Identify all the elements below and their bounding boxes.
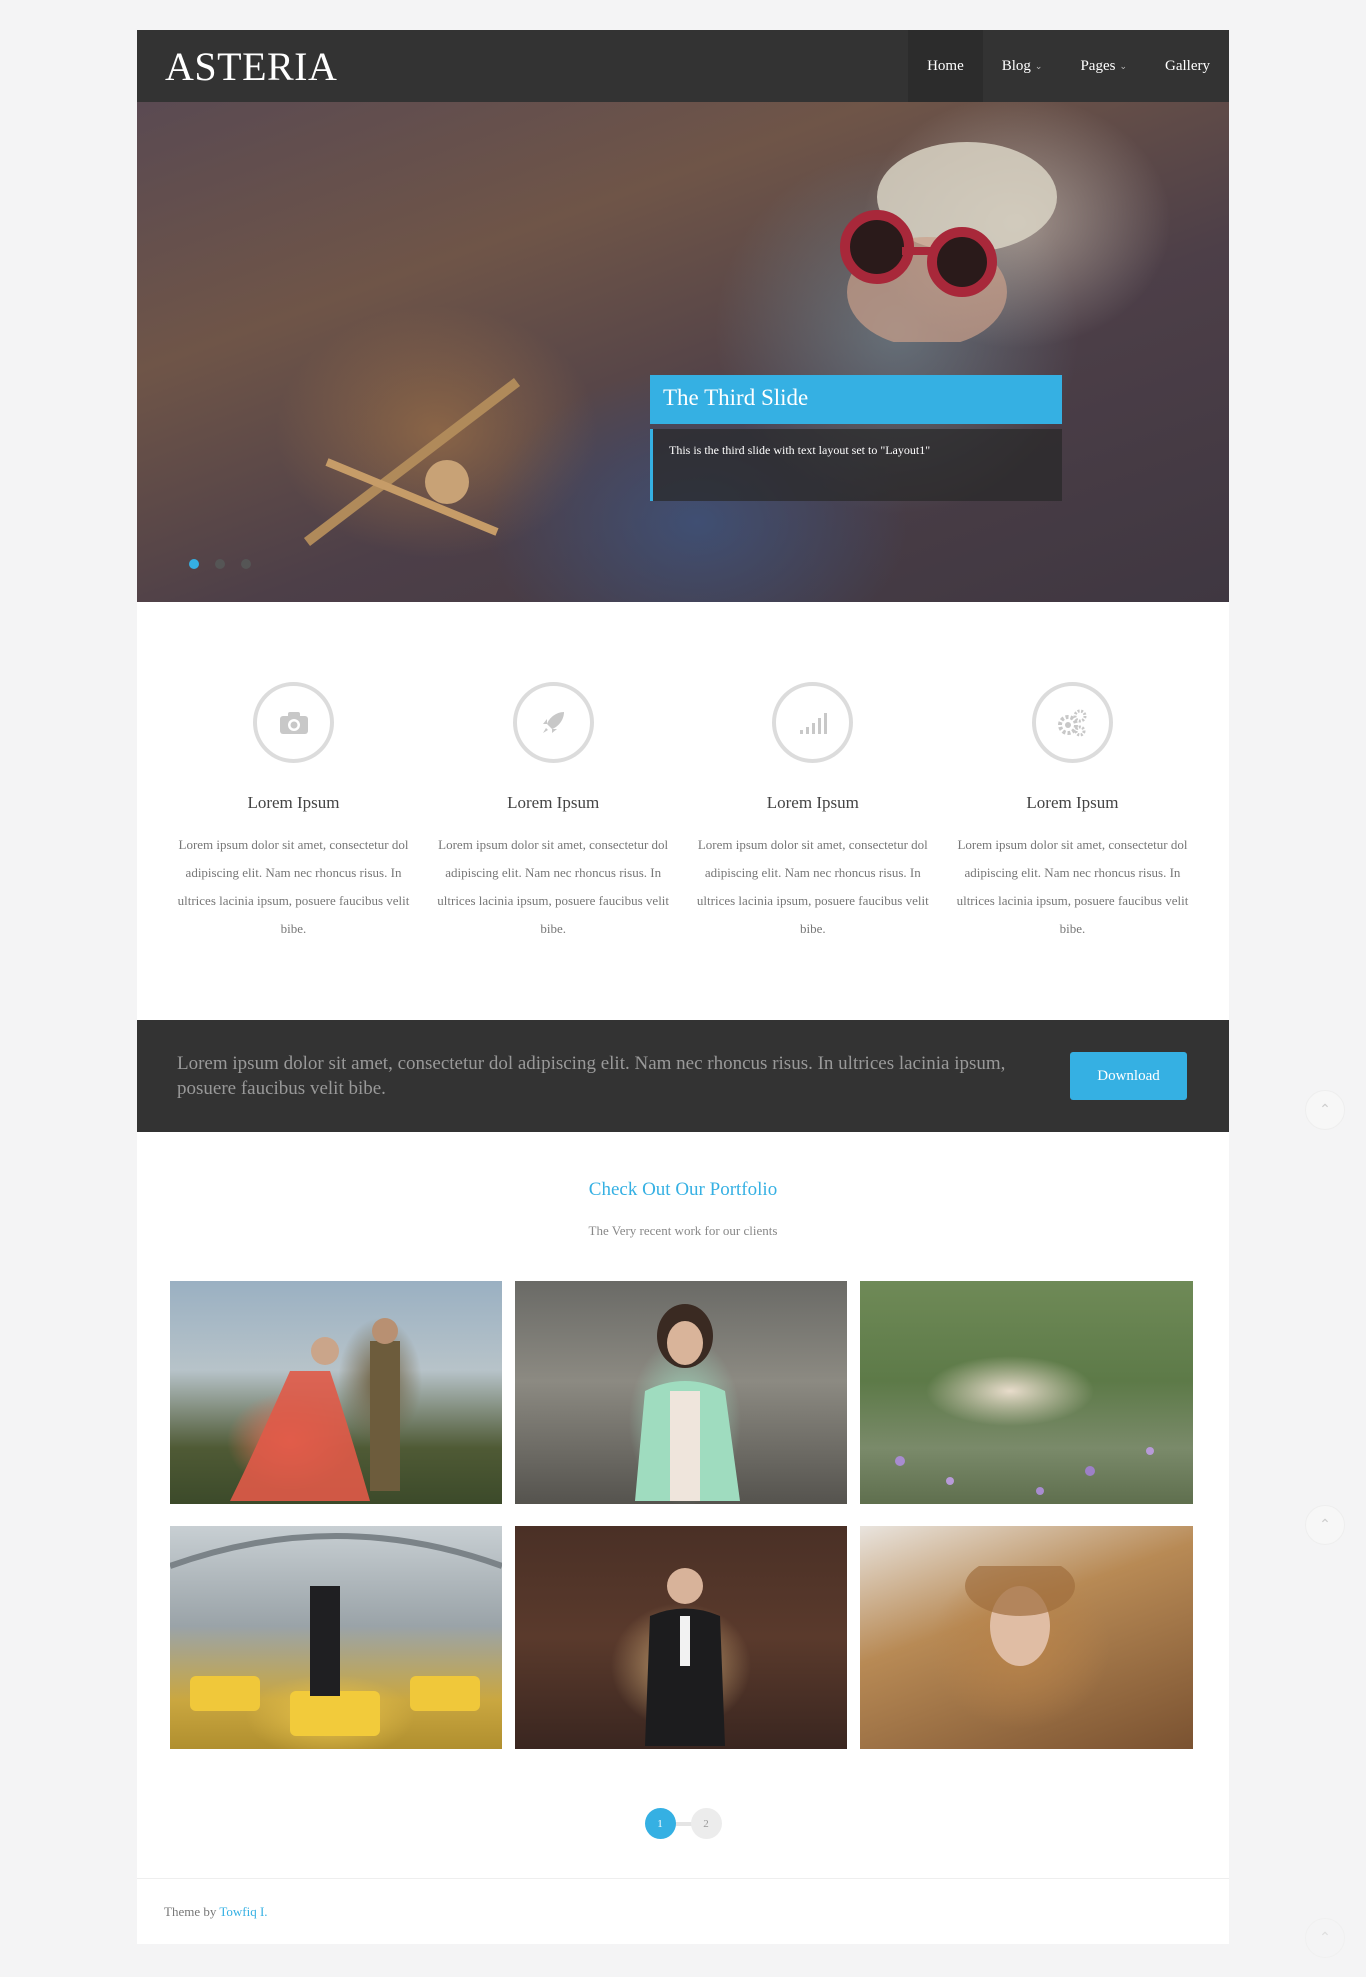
chevron-up-icon: ⌃ xyxy=(1319,1102,1331,1118)
footer-credit: Theme by Towfiq I. xyxy=(164,1904,268,1920)
feature-text: Lorem ipsum dolor sit amet, consectetur … xyxy=(437,837,670,936)
slide-image xyxy=(840,142,1057,342)
promo-text: Lorem ipsum dolor sit amet, consectetur … xyxy=(177,1053,1006,1099)
taxi-photo xyxy=(170,1533,502,1736)
footer-author-link[interactable]: Towfiq I. xyxy=(219,1904,267,1919)
feature-text: Lorem ipsum dolor sit amet, consectetur … xyxy=(696,837,929,936)
main-nav: Home Blog ⌄ Pages ⌄ Gallery xyxy=(908,30,1229,102)
nav-item-home[interactable]: Home xyxy=(908,30,983,102)
signal-icon xyxy=(772,682,854,763)
portfolio-grid xyxy=(170,1281,1194,1749)
chevron-up-icon: ⌃ xyxy=(1319,1930,1331,1946)
feature-title: Lorem Ipsum xyxy=(247,793,340,812)
slide-caption-text: This is the third slide with text layout… xyxy=(650,429,1062,501)
slider-dot-2[interactable] xyxy=(215,559,225,569)
chevron-down-icon: ⌄ xyxy=(1034,60,1043,71)
curly-hair-photo xyxy=(965,1566,1075,1666)
feature-title: Lorem Ipsum xyxy=(766,793,859,812)
man-photo xyxy=(645,1568,725,1746)
feature-text: Lorem ipsum dolor sit amet, consectetur … xyxy=(177,837,410,936)
flowers-photo xyxy=(895,1447,1154,1495)
nav-item-gallery[interactable]: Gallery xyxy=(1146,30,1229,102)
slider-dots xyxy=(189,559,251,569)
footer-divider xyxy=(137,1878,1229,1879)
portfolio-item-man-armchair[interactable] xyxy=(515,1526,847,1749)
scroll-top-button[interactable]: ⌃ xyxy=(1305,1505,1345,1545)
toy-plane-image xyxy=(303,378,521,546)
scroll-top-button[interactable]: ⌃ xyxy=(1305,1918,1345,1958)
portfolio-item-woman-flowers[interactable] xyxy=(860,1281,1193,1504)
chevron-up-icon: ⌃ xyxy=(1319,1517,1331,1533)
feature-item: Lorem Ipsum Lorem ipsum dolor sit amet, … xyxy=(690,682,935,1020)
nav-item-label: Blog xyxy=(1001,57,1031,74)
portfolio-title: Check Out Our Portfolio xyxy=(588,1179,778,1200)
page-button-1[interactable]: 1 xyxy=(644,1808,676,1839)
feature-title: Lorem Ipsum xyxy=(507,793,600,812)
gears-icon xyxy=(1031,682,1113,763)
site-logo[interactable]: ASTERIA xyxy=(137,43,337,90)
page-container: ASTERIA Home Blog ⌄ Pages ⌄ Gallery The … xyxy=(137,30,1229,1944)
scroll-top-button[interactable]: ⌃ xyxy=(1305,1090,1345,1130)
slider-dot-1[interactable] xyxy=(189,559,199,569)
portfolio-section: Check Out Our Portfolio The Very recent … xyxy=(137,1132,1229,1840)
portfolio-item-woman-curly-hair[interactable] xyxy=(860,1526,1193,1749)
slide-caption-title: The Third Slide xyxy=(650,375,1062,424)
footer-prefix: Theme by xyxy=(164,1904,220,1919)
hero-slider[interactable]: The Third Slide This is the third slide … xyxy=(137,102,1229,602)
nav-item-pages[interactable]: Pages ⌄ xyxy=(1061,30,1146,102)
feature-text: Lorem ipsum dolor sit amet, consectetur … xyxy=(956,837,1189,936)
nav-item-blog[interactable]: Blog ⌄ xyxy=(983,30,1062,102)
feature-title: Lorem Ipsum xyxy=(1026,793,1119,812)
download-button[interactable]: Download xyxy=(1070,1052,1187,1100)
page-button-2[interactable]: 2 xyxy=(690,1808,722,1839)
couple-photo xyxy=(230,1318,400,1501)
portfolio-subtitle: The Very recent work for our clients xyxy=(588,1223,778,1238)
portfolio-item-woman-mint-jacket[interactable] xyxy=(515,1281,847,1504)
camera-icon xyxy=(253,682,334,763)
portfolio-item-taxi-bridge[interactable] xyxy=(170,1526,502,1749)
feature-item: Lorem Ipsum Lorem ipsum dolor sit amet, … xyxy=(171,682,416,1020)
chevron-down-icon: ⌄ xyxy=(1119,60,1128,71)
feature-item: Lorem Ipsum Lorem ipsum dolor sit amet, … xyxy=(431,682,676,1020)
portfolio-pagination: 1 2 xyxy=(137,1808,1229,1840)
header-bar: ASTERIA Home Blog ⌄ Pages ⌄ Gallery xyxy=(137,30,1229,102)
rocket-icon xyxy=(512,682,594,763)
portfolio-item-couple-red-dress[interactable] xyxy=(170,1281,502,1504)
slider-dot-3[interactable] xyxy=(241,559,251,569)
promo-banner: Lorem ipsum dolor sit amet, consectetur … xyxy=(137,1020,1229,1132)
features-section: Lorem Ipsum Lorem ipsum dolor sit amet, … xyxy=(137,602,1229,1020)
nav-item-label: Gallery xyxy=(1165,57,1210,74)
woman-photo xyxy=(635,1304,740,1501)
nav-item-label: Pages xyxy=(1080,57,1116,74)
feature-item: Lorem Ipsum Lorem ipsum dolor sit amet, … xyxy=(950,682,1195,1020)
nav-item-label: Home xyxy=(927,57,964,74)
